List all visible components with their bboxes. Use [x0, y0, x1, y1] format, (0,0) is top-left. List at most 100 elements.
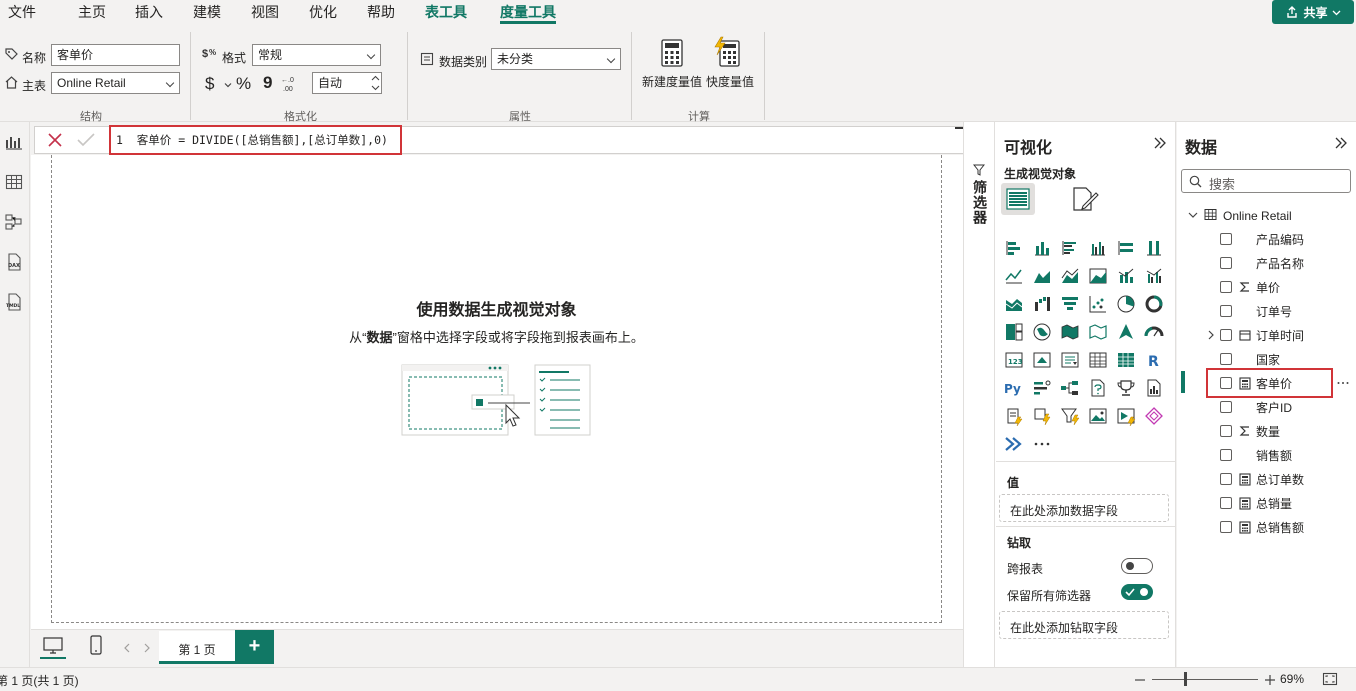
zoom-slider-thumb[interactable] — [1184, 672, 1187, 686]
table-name[interactable]: Online Retail — [1223, 209, 1292, 223]
tab-modeling[interactable]: 建模 — [193, 4, 221, 24]
format-visual-icon[interactable] — [1071, 186, 1099, 212]
image-visual-icon[interactable] — [1088, 406, 1108, 426]
quick-measure-button[interactable]: 快度量值 — [706, 73, 754, 90]
add-page-button[interactable]: + — [235, 630, 274, 664]
tab-help[interactable]: 帮助 — [367, 4, 395, 24]
kpi-icon[interactable] — [1032, 350, 1052, 370]
stepper-icon[interactable] — [371, 74, 380, 92]
zoom-in-icon[interactable] — [1263, 673, 1277, 687]
clustered-column-chart-icon[interactable] — [1088, 238, 1108, 258]
clustered-bar-chart-icon[interactable] — [1060, 238, 1080, 258]
field-item[interactable]: 销售额 — [1220, 445, 1292, 465]
field-checkbox[interactable] — [1220, 377, 1232, 389]
zoom-slider-track[interactable] — [1152, 679, 1258, 680]
trophy-icon[interactable] — [1116, 378, 1136, 398]
cross-report-toggle[interactable] — [1121, 558, 1153, 574]
field-checkbox[interactable] — [1220, 425, 1232, 437]
scatter-chart-icon[interactable] — [1088, 294, 1108, 314]
chevron-down-icon[interactable] — [224, 81, 232, 89]
button-slicer-icon[interactable] — [1060, 406, 1080, 426]
desktop-layout-icon[interactable] — [42, 636, 64, 656]
field-item[interactable]: 总销售额 — [1220, 517, 1304, 537]
mobile-layout-icon[interactable] — [89, 634, 103, 656]
values-drop-zone[interactable]: 在此处添加数据字段 — [999, 494, 1169, 522]
line-and-clustered-column-icon[interactable] — [1144, 266, 1164, 286]
name-input[interactable]: 客单价 — [51, 44, 180, 66]
field-checkbox[interactable] — [1220, 281, 1232, 293]
power-apps-icon[interactable] — [1116, 406, 1136, 426]
format-select[interactable]: 常规 — [252, 44, 381, 66]
collapse-pane-icon[interactable] — [1153, 136, 1167, 150]
field-checkbox[interactable] — [1220, 353, 1232, 365]
azure-map-icon[interactable] — [1116, 322, 1136, 342]
dax-formula-editor[interactable]: 1 客单价 = DIVIDE([总销售额],[总订单数],0) — [109, 125, 402, 155]
dax-query-view-icon[interactable]: DAX — [4, 252, 24, 272]
100-percent-area-chart-icon[interactable] — [1088, 266, 1108, 286]
prev-page-icon[interactable] — [123, 643, 131, 653]
power-automate-icon[interactable] — [1144, 406, 1164, 426]
100-percent-bar-chart-icon[interactable] — [1116, 238, 1136, 258]
field-item[interactable]: 产品名称 — [1220, 253, 1304, 273]
field-search-input[interactable]: 搜索 — [1181, 169, 1351, 193]
field-checkbox[interactable] — [1220, 449, 1232, 461]
smart-narrative-icon[interactable] — [1004, 406, 1024, 426]
fit-to-page-icon[interactable] — [1322, 672, 1338, 686]
matrix-icon[interactable] — [1116, 350, 1136, 370]
keep-filters-toggle[interactable] — [1121, 584, 1153, 600]
tab-measure-tools[interactable]: 度量工具 — [500, 4, 556, 24]
field-checkbox[interactable] — [1220, 329, 1232, 341]
table-view-icon[interactable] — [4, 172, 24, 192]
tab-view[interactable]: 视图 — [251, 4, 279, 24]
r-script-visual-icon[interactable]: R — [1144, 350, 1164, 370]
build-visual-tab[interactable] — [1001, 183, 1035, 215]
tab-insert[interactable]: 插入 — [135, 4, 163, 24]
key-influencers-icon[interactable] — [1032, 378, 1052, 398]
new-measure-button[interactable]: 新建度量值 — [642, 73, 702, 90]
model-view-icon[interactable] — [4, 212, 24, 232]
zoom-out-icon[interactable] — [1133, 673, 1147, 687]
ribbon-chart-icon[interactable] — [1004, 294, 1024, 314]
table-visual-icon[interactable] — [1088, 350, 1108, 370]
chevron-down-icon[interactable] — [1188, 210, 1198, 220]
next-page-icon[interactable] — [143, 643, 151, 653]
filter-pane-label[interactable]: 筛选器 — [970, 180, 990, 225]
chevron-custom-visual-icon[interactable] — [1004, 434, 1024, 454]
field-item[interactable]: 产品编码 — [1220, 229, 1304, 249]
report-view-icon[interactable] — [4, 132, 24, 152]
field-checkbox[interactable] — [1220, 257, 1232, 269]
pie-chart-icon[interactable] — [1116, 294, 1136, 314]
comma-button[interactable]: 9 — [263, 73, 272, 93]
field-item[interactable]: 订单号 — [1220, 301, 1292, 321]
card-icon[interactable]: 123 — [1004, 350, 1024, 370]
waterfall-chart-icon[interactable] — [1032, 294, 1052, 314]
paginated-report-icon[interactable] — [1144, 378, 1164, 398]
funnel-chart-icon[interactable] — [1060, 294, 1080, 314]
share-button[interactable]: 共享 — [1272, 0, 1354, 24]
field-checkbox[interactable] — [1220, 233, 1232, 245]
tab-optimize[interactable]: 优化 — [309, 4, 337, 24]
filled-map-icon[interactable] — [1060, 322, 1080, 342]
quick-measure-icon[interactable] — [713, 36, 741, 68]
currency-button[interactable]: $ — [205, 74, 214, 94]
field-item[interactable]: 客户ID — [1220, 397, 1292, 417]
field-item[interactable]: 订单时间 — [1220, 325, 1304, 345]
calculator-icon[interactable] — [660, 38, 684, 68]
gauge-icon[interactable] — [1144, 322, 1164, 342]
field-item[interactable]: 单价 — [1220, 277, 1280, 297]
python-visual-icon[interactable]: Py — [1004, 378, 1024, 398]
field-item[interactable]: 数量 — [1220, 421, 1280, 441]
metrics-icon[interactable] — [1032, 406, 1052, 426]
home-table-select[interactable]: Online Retail — [51, 72, 180, 94]
donut-chart-icon[interactable] — [1144, 294, 1164, 314]
cancel-icon[interactable] — [47, 132, 63, 148]
field-item[interactable]: 总销量 — [1220, 493, 1292, 513]
page-tab-1[interactable]: 第 1 页 — [159, 631, 235, 664]
stacked-area-chart-icon[interactable] — [1060, 266, 1080, 286]
more-options-icon[interactable] — [1336, 377, 1350, 389]
tmdl-view-icon[interactable]: TMDL — [4, 292, 24, 312]
drill-through-drop-zone[interactable]: 在此处添加钻取字段 — [999, 611, 1169, 639]
more-visuals-icon[interactable] — [1032, 434, 1052, 454]
map-icon[interactable] — [1032, 322, 1052, 342]
area-chart-icon[interactable] — [1032, 266, 1052, 286]
